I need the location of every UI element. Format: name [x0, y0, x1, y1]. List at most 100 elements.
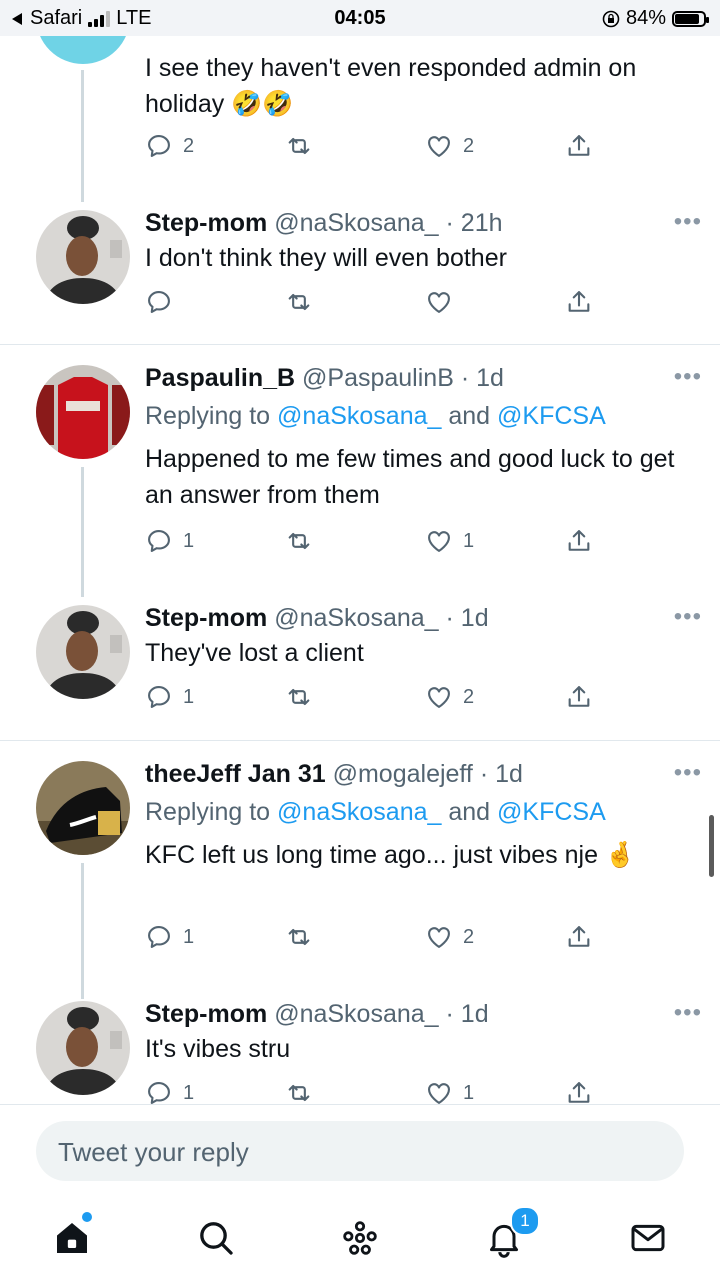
share-button[interactable]: [565, 132, 593, 160]
like-count: 1: [463, 529, 475, 552]
tweet-item[interactable]: Step-mom @naSkosana_ · 1d They've lost a…: [0, 591, 720, 739]
reply-button[interactable]: 1: [145, 683, 194, 711]
tweet-header: Step-mom @naSkosana_ · 1d: [145, 997, 680, 1031]
tweet-body: Step-mom @naSkosana_ · 1d They've lost a…: [145, 601, 680, 671]
tweet-item[interactable]: theeJeff Jan 31 @mogalejeff · 1d Replyin…: [0, 741, 720, 999]
reply-icon: [148, 1082, 170, 1104]
reply-count: 1: [183, 1081, 195, 1104]
reply-icon: [148, 686, 170, 708]
avatar[interactable]: [36, 605, 130, 699]
tweet-text: KFC left us long time ago... just vibes …: [145, 841, 637, 869]
like-count: 2: [463, 925, 475, 948]
share-button[interactable]: [565, 923, 593, 951]
reply-input-container[interactable]: [36, 1121, 684, 1183]
tweet-body: Paspaulin_B @PaspaulinB · 1d Replying to…: [145, 361, 675, 513]
mention-link[interactable]: @naSkosana_: [277, 798, 441, 826]
reply-thread[interactable]: I see they haven't even responded admin …: [0, 0, 720, 1104]
mention-link[interactable]: @KFCSA: [497, 798, 606, 826]
notification-badge: 1: [510, 1206, 540, 1236]
like-count: 2: [463, 685, 475, 708]
retweet-button[interactable]: [285, 132, 313, 160]
tweet-actions: 1 1: [145, 527, 615, 563]
retweet-icon: [288, 928, 310, 946]
avatar[interactable]: [36, 761, 130, 855]
replying-to: Replying to @naSkosana_ and @KFCSA: [145, 795, 675, 829]
scrollbar[interactable]: [709, 815, 714, 877]
tab-home[interactable]: [48, 1212, 96, 1262]
heart-icon: [428, 1083, 450, 1104]
battery-percent: 84%: [625, 7, 666, 29]
avatar-photo: [36, 1001, 130, 1095]
retweet-button[interactable]: [285, 527, 313, 555]
tab-messages[interactable]: [624, 1214, 672, 1262]
share-button[interactable]: [565, 527, 593, 555]
like-button[interactable]: 2: [425, 132, 474, 160]
more-options-icon[interactable]: •••: [674, 759, 702, 787]
more-options-icon[interactable]: •••: [674, 208, 702, 236]
tab-notifications[interactable]: 1: [480, 1206, 540, 1262]
tweet-time: · 1d: [445, 1000, 489, 1028]
like-button[interactable]: 1: [425, 527, 474, 555]
reply-button[interactable]: 1: [145, 1079, 194, 1104]
heart-icon: [428, 687, 450, 708]
display-name[interactable]: Step-mom: [145, 604, 267, 632]
like-count: 1: [463, 1081, 475, 1104]
tweet-item[interactable]: Step-mom @naSkosana_ · 21h I don't think…: [0, 196, 720, 342]
tweet-text: Happened to me few times and good luck t…: [145, 445, 675, 509]
reply-button[interactable]: 2: [145, 132, 194, 160]
share-icon: [568, 926, 590, 947]
tab-search[interactable]: [192, 1214, 240, 1262]
user-handle[interactable]: @naSkosana_: [274, 604, 438, 632]
like-button[interactable]: [425, 288, 453, 316]
user-handle[interactable]: @mogalejeff: [333, 760, 473, 788]
heart-icon: [428, 927, 450, 948]
display-name[interactable]: Step-mom: [145, 209, 267, 237]
home-icon: [57, 1223, 87, 1253]
tweet-item[interactable]: Step-mom @naSkosana_ · 1d It's vibes str…: [0, 987, 720, 1104]
like-button[interactable]: 1: [425, 1079, 474, 1104]
tweet-text: It's vibes stru: [145, 1035, 291, 1063]
share-button[interactable]: [565, 683, 593, 711]
display-name[interactable]: Step-mom: [145, 1000, 267, 1028]
bottom-tab-bar: 1: [0, 1200, 720, 1280]
share-button[interactable]: [565, 288, 593, 316]
reply-count: 1: [183, 925, 195, 948]
more-options-icon[interactable]: •••: [674, 603, 702, 631]
status-bar: Safari LTE 04:05 84%: [0, 0, 720, 36]
share-button[interactable]: [565, 1079, 593, 1104]
avatar[interactable]: [36, 210, 130, 304]
avatar[interactable]: [36, 1001, 130, 1095]
user-handle[interactable]: @naSkosana_: [274, 209, 438, 237]
unread-dot: [82, 1212, 92, 1222]
more-options-icon[interactable]: •••: [674, 999, 702, 1027]
battery-icon: [672, 10, 709, 27]
thread-line: [81, 467, 84, 597]
replying-to-conj: and: [441, 402, 498, 430]
heart-icon: [428, 136, 450, 157]
retweet-button[interactable]: [285, 288, 313, 316]
retweet-button[interactable]: [285, 1079, 313, 1104]
mention-link[interactable]: @KFCSA: [497, 402, 606, 430]
retweet-button[interactable]: [285, 683, 313, 711]
mention-link[interactable]: @naSkosana_: [277, 402, 441, 430]
like-button[interactable]: 2: [425, 683, 474, 711]
tweet-time: · 1d: [445, 604, 489, 632]
tweet-header: theeJeff Jan 31 @mogalejeff · 1d: [145, 757, 675, 791]
more-options-icon[interactable]: •••: [674, 363, 702, 391]
tweet-item[interactable]: Paspaulin_B @PaspaulinB · 1d Replying to…: [0, 345, 720, 597]
reply-button[interactable]: [145, 288, 173, 316]
user-handle[interactable]: @PaspaulinB: [302, 364, 454, 392]
user-handle[interactable]: @naSkosana_: [274, 1000, 438, 1028]
avatar[interactable]: [36, 365, 130, 459]
display-name[interactable]: theeJeff Jan 31: [145, 760, 326, 788]
tab-spaces[interactable]: [336, 1214, 384, 1262]
retweet-button[interactable]: [285, 923, 313, 951]
retweet-icon: [288, 532, 310, 550]
reply-button[interactable]: 1: [145, 923, 194, 951]
reply-button[interactable]: 1: [145, 527, 194, 555]
display-name[interactable]: Paspaulin_B: [145, 364, 295, 392]
reply-input[interactable]: [56, 1121, 660, 1183]
reply-count: 2: [183, 134, 195, 157]
like-button[interactable]: 2: [425, 923, 474, 951]
tweet-actions: [145, 288, 615, 324]
